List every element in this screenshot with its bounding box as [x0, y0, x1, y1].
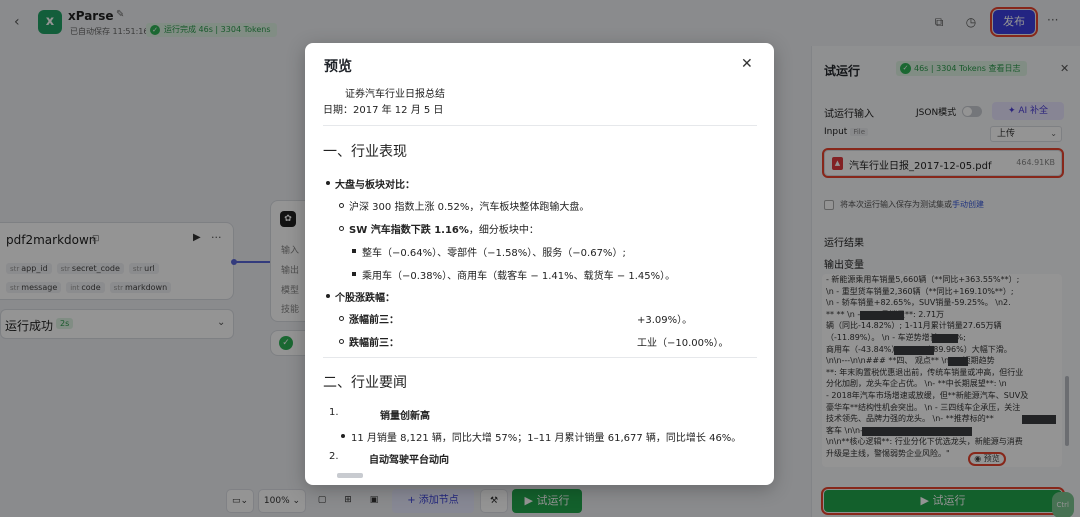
list-number: 1.: [329, 407, 339, 418]
list-item: 跌幅前三：: [349, 338, 399, 349]
bullet: [339, 339, 344, 344]
list-item: 涨幅前三：: [349, 315, 399, 326]
list-item-value: +3.09%）。: [637, 315, 693, 326]
preview-modal: 预览 ✕ 证券汽车行业日报总结 日期：2017 年 12 月 5 日 一、行业表…: [305, 43, 774, 485]
list-item-bold: SW 汽车指数下跌 1.16%: [349, 225, 469, 236]
bullet: [339, 226, 344, 231]
list-item: 沪深 300 指数上涨 0.52%，汽车板块整体跑输大盘。: [349, 202, 590, 213]
list-item-value: 工业（−10.00%）。: [637, 338, 729, 349]
modal-title: 预览: [324, 59, 352, 75]
list-item: 乘用车（−0.38%）、商用车（载客车 − 1.41%、载货车 − 1.45%）…: [362, 271, 676, 282]
section-heading: 一、行业表现: [323, 144, 407, 160]
list-item: 个股涨跌幅：: [335, 293, 395, 304]
list-item: 11 月销量 8,121 辆，同比大增 57%；1–11 月累计销量 61,67…: [351, 433, 742, 444]
list-item: 大盘与板块对比：: [335, 180, 415, 191]
bullet: [326, 294, 330, 298]
bullet: [352, 272, 356, 276]
list-item: 销量创新高: [380, 411, 430, 422]
modal-scrollbar[interactable]: [337, 473, 363, 478]
divider: [323, 357, 757, 358]
bullet: [341, 434, 345, 438]
list-item-rest: ，细分板块中：: [468, 225, 539, 236]
doc-title: 证券汽车行业日报总结: [345, 89, 445, 100]
bullet: [339, 316, 344, 321]
bullet: [352, 249, 356, 253]
list-item: 整车（−0.64%）、零部件（−1.58%）、服务（−0.67%）;: [362, 248, 626, 259]
doc-date: 日期：2017 年 12 月 5 日: [323, 105, 444, 116]
bullet: [339, 203, 344, 208]
bullet: [326, 181, 330, 185]
modal-close-icon[interactable]: ✕: [741, 56, 753, 72]
section-heading: 二、行业要闻: [323, 375, 407, 391]
list-item: 自动驾驶平台动向: [369, 455, 449, 466]
divider: [323, 125, 757, 126]
list-number: 2.: [329, 451, 339, 462]
list-item: SW 汽车指数下跌 1.16%，细分板块中：: [349, 221, 539, 236]
